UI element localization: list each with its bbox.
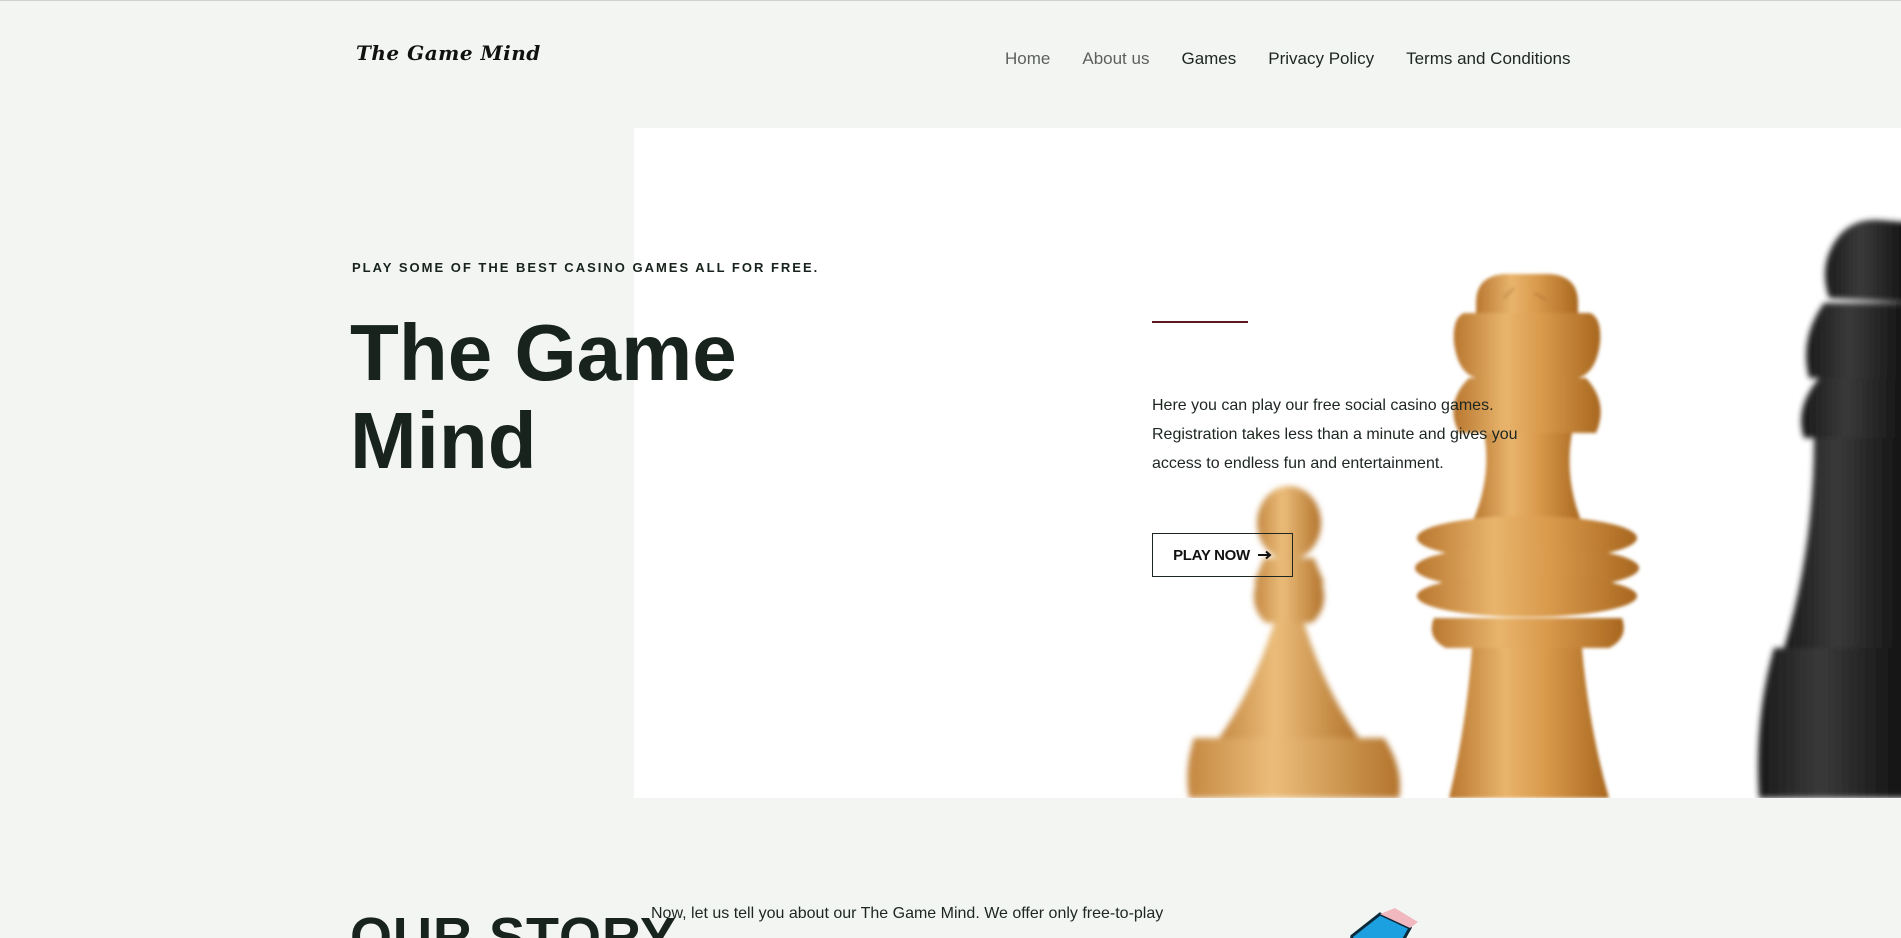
site-logo[interactable]: The Game Mind — [356, 41, 541, 65]
nav-home[interactable]: Home — [1005, 49, 1050, 69]
play-now-button[interactable]: PLAY NOW — [1152, 533, 1293, 577]
page: The Game Mind Home About us Games Privac… — [0, 0, 1901, 938]
hero-description: Here you can play our free social casino… — [1152, 397, 1518, 472]
story-text: Now, let us tell you about our The Game … — [651, 905, 1164, 922]
main-nav: Home About us Games Privacy Policy Terms… — [1005, 49, 1571, 69]
nav-terms-and-conditions[interactable]: Terms and Conditions — [1406, 49, 1570, 69]
nav-privacy-policy[interactable]: Privacy Policy — [1268, 49, 1374, 69]
black-queen-piece — [1758, 219, 1901, 798]
king-piece — [1415, 274, 1639, 798]
story-heading: OUR STORY — [350, 907, 678, 938]
accent-divider — [1152, 321, 1248, 323]
arrow-right-icon — [1257, 547, 1272, 564]
hero-title: The Game Mind — [350, 308, 737, 485]
play-now-label: PLAY NOW — [1173, 546, 1250, 564]
hero-tagline: PLAY SOME OF THE BEST CASINO GAMES ALL F… — [352, 260, 820, 275]
nav-about-us[interactable]: About us — [1082, 49, 1149, 69]
nav-games[interactable]: Games — [1181, 49, 1236, 69]
dice-image — [1340, 906, 1430, 938]
